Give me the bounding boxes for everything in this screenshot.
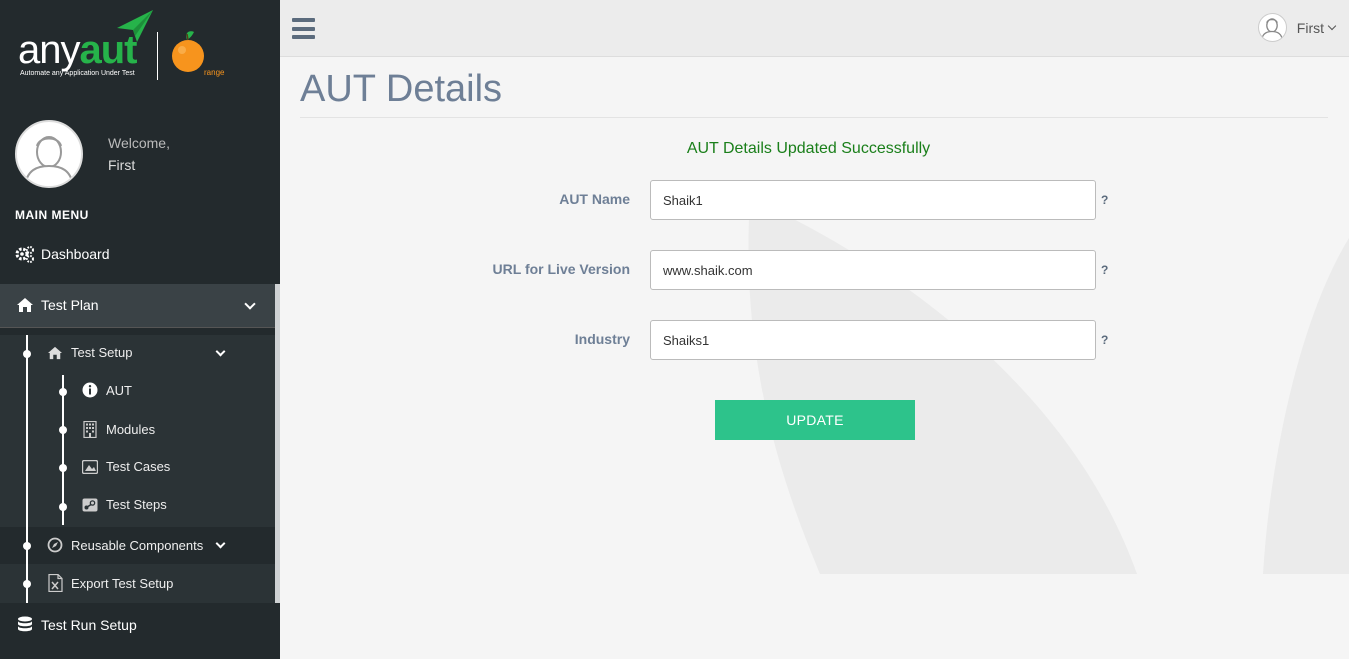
database-icon (15, 616, 35, 634)
sidebar-item-label: Modules (106, 422, 156, 437)
title-divider (300, 117, 1328, 118)
sidebar-item-modules[interactable]: Modules (80, 421, 155, 438)
cogs-icon (15, 245, 35, 263)
welcome-text: Welcome, First (108, 132, 170, 176)
user-silhouette-icon (24, 136, 74, 186)
sidebar: anyaut Automate any Application Under Te… (0, 0, 280, 659)
profile-avatar[interactable] (15, 120, 83, 188)
sidebar-item-test-run-setup[interactable]: Test Run Setup (15, 616, 137, 634)
tree-dot (23, 580, 31, 588)
help-icon[interactable]: ? (1101, 263, 1108, 277)
welcome-user-name: First (108, 157, 136, 173)
url-input[interactable] (650, 250, 1096, 290)
user-name: First (1296, 19, 1324, 36)
top-bar: First (280, 0, 1349, 57)
industry-input[interactable] (650, 320, 1096, 360)
user-menu[interactable]: First (1257, 13, 1337, 42)
main-content: AUT Details AUT Details Updated Successf… (280, 58, 1349, 659)
url-label: URL for Live Version (492, 261, 630, 277)
steam-icon (80, 498, 100, 512)
user-silhouette-icon (1261, 18, 1284, 41)
sidebar-item-label: AUT (106, 382, 132, 398)
test-plan-label-row: Test Plan (15, 297, 99, 313)
tree-line-outer (26, 335, 28, 603)
sidebar-item-label: Test Plan (41, 297, 99, 313)
form-row-industry: Industry ? (280, 320, 1349, 360)
picture-icon (80, 459, 100, 474)
success-message: AUT Details Updated Successfully (280, 140, 1349, 158)
tree-dot (23, 542, 31, 550)
brand-partner-suffix: range (204, 68, 225, 77)
home-icon (15, 297, 35, 313)
welcome-label: Welcome, (108, 135, 170, 151)
sidebar-item-label: Export Test Setup (71, 575, 174, 591)
main-menu-title: MAIN MENU (15, 208, 89, 222)
info-circle-icon (80, 382, 100, 398)
form-row-url: URL for Live Version ? (280, 250, 1349, 290)
chevron-down-icon (244, 298, 256, 310)
sidebar-item-aut[interactable]: AUT (80, 382, 132, 398)
paper-plane-icon (117, 10, 153, 42)
tree-dot (59, 464, 67, 472)
sidebar-item-test-cases[interactable]: Test Cases (80, 459, 170, 474)
tree-dot (59, 388, 67, 396)
sidebar-item-test-steps[interactable]: Test Steps (80, 497, 167, 512)
brand-logo[interactable]: anyaut Automate any Application Under Te… (18, 10, 248, 85)
sidebar-item-test-plan[interactable]: Test Plan (0, 284, 275, 328)
tree-dot (59, 426, 67, 434)
building-icon (80, 421, 100, 438)
compass-icon (45, 537, 65, 553)
sidebar-item-dashboard[interactable]: Dashboard (15, 245, 110, 263)
sidebar-item-label: Test Setup (71, 345, 133, 360)
help-icon[interactable]: ? (1101, 193, 1108, 207)
form-row-aut-name: AUT Name ? (280, 180, 1349, 220)
brand-divider (157, 32, 158, 80)
tree-dot (59, 503, 67, 511)
sidebar-item-label: Test Run Setup (41, 617, 137, 633)
help-icon[interactable]: ? (1101, 333, 1108, 347)
home-icon (45, 346, 65, 360)
sidebar-item-label: Test Cases (106, 459, 171, 474)
aut-name-input[interactable] (650, 180, 1096, 220)
avatar (15, 120, 83, 188)
industry-label: Industry (574, 331, 630, 347)
sidebar-item-label: Reusable Components (71, 537, 204, 553)
sidebar-item-label: Dashboard (41, 246, 110, 262)
file-excel-icon (45, 574, 65, 592)
page-title: AUT Details (300, 68, 503, 110)
sidebar-item-label: Test Steps (106, 497, 167, 512)
hamburger-menu-icon[interactable] (292, 18, 315, 39)
update-button[interactable]: UPDATE (715, 400, 915, 440)
success-message-text: AUT Details Updated Successfully (686, 140, 931, 157)
sidebar-item-export-test-setup[interactable]: Export Test Setup (45, 574, 173, 592)
sidebar-item-test-setup[interactable]: Test Setup (45, 345, 132, 360)
avatar (1257, 13, 1287, 42)
sidebar-item-reusable-components[interactable]: Reusable Components (45, 537, 203, 553)
chevron-down-icon (1327, 21, 1337, 31)
aut-name-label: AUT Name (559, 191, 630, 207)
tree-dot (23, 350, 31, 358)
orange-logo-icon (172, 31, 204, 72)
brand-tagline: Automate any Application Under Test (20, 70, 135, 77)
